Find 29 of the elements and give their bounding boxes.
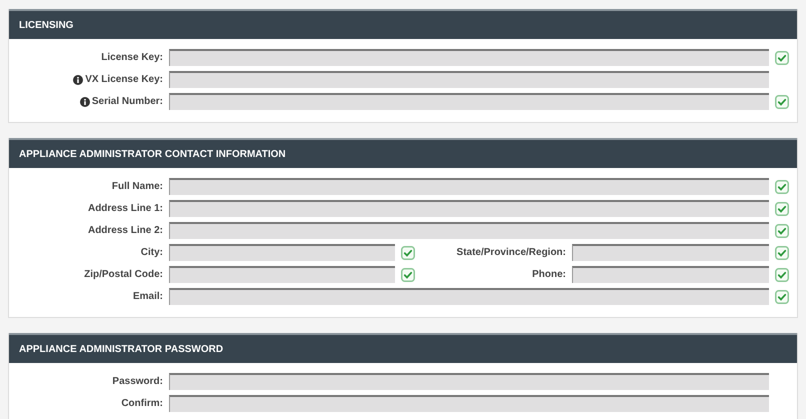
input-field[interactable] [169,93,769,110]
input-field[interactable] [572,266,769,283]
input-field[interactable] [169,244,395,261]
field-label: Phone: [532,269,566,280]
field-label: Serial Number: [92,96,163,107]
input-field[interactable] [169,49,769,66]
field-label: State/Province/Region: [456,247,566,258]
field-label: City: [140,247,163,258]
input-field[interactable] [169,395,769,412]
input-field[interactable] [169,178,769,195]
field-label: Address Line 1: [88,203,163,214]
input-field[interactable] [169,71,769,88]
field-label: Zip/Postal Code: [84,269,163,280]
field-label: VX License Key: [85,74,163,85]
input-field[interactable] [169,288,769,305]
field-label: Full Name: [112,181,163,192]
field-label: Password: [112,376,163,387]
field-label: Confirm: [121,398,163,409]
field-label: Address Line 2: [88,225,163,236]
input-field[interactable] [169,222,769,239]
section-header: APPLIANCE ADMINISTRATOR PASSWORD [9,333,797,363]
input-field[interactable] [572,244,769,261]
section-header: APPLIANCE ADMINISTRATOR CONTACT INFORMATION [9,138,797,168]
input-field[interactable] [169,200,769,217]
field-label: License Key: [101,52,163,63]
input-field[interactable] [169,373,769,390]
input-field[interactable] [169,266,395,283]
field-label: Email: [132,291,163,302]
section-header: LICENSING [9,9,797,39]
